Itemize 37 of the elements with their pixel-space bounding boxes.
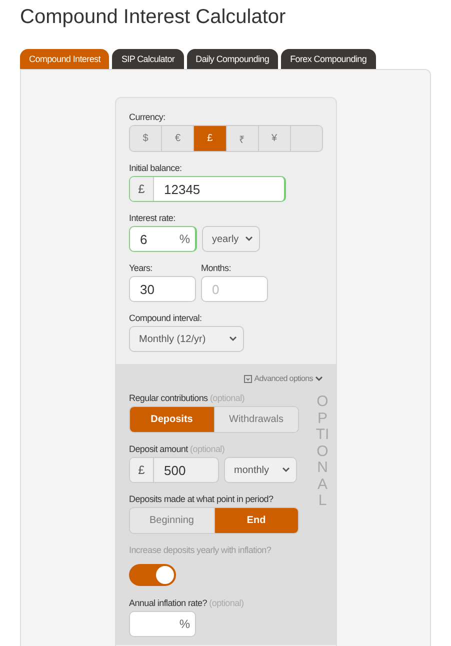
inflation-rate-field[interactable]: %	[129, 611, 196, 637]
chevron-icon	[229, 336, 237, 342]
field-label: Interest rate:	[129, 213, 176, 223]
chevron-icon	[282, 467, 290, 473]
currency-button[interactable]: ¥	[258, 126, 291, 151]
deposit-timing-button[interactable]: Beginning	[130, 508, 214, 533]
initial-balance-field[interactable]: £ 12345	[129, 176, 286, 202]
currency-button[interactable]: $	[130, 126, 162, 151]
currency-button[interactable]: £	[194, 126, 227, 151]
deposit-timing-button[interactable]: End	[214, 508, 298, 533]
calculator-tab[interactable]: Daily Compounding	[186, 49, 278, 69]
calculator-tab[interactable]: Forex Compounding	[281, 49, 376, 69]
inflation-toggle[interactable]	[129, 564, 176, 586]
deposit-amount-field[interactable]: £ 500	[129, 457, 219, 483]
field-label: Initial balance:	[129, 163, 183, 173]
expand-icon	[244, 374, 252, 382]
field-label: Years:	[129, 263, 154, 273]
field-label: Increase deposits yearly with inflation?	[129, 545, 272, 555]
calculator-tab[interactable]: SIP Calculator	[112, 49, 184, 69]
chevron-icon	[315, 376, 323, 382]
currency-button[interactable]: €	[162, 126, 194, 151]
advanced-options-link[interactable]: Advanced options	[244, 374, 323, 383]
field-label: Currency:	[129, 112, 166, 122]
deposit-period-select[interactable]: monthly	[224, 457, 297, 483]
field-label: Compound interval:	[129, 313, 203, 323]
currency-button[interactable]: ₹	[226, 126, 259, 151]
compound-interval-select[interactable]: Monthly (12/yr)	[129, 326, 244, 352]
interest-rate-field[interactable]: 6 %	[129, 226, 197, 252]
page-title: Compound Interest Calculator	[20, 6, 287, 29]
contribution-type-button[interactable]: Withdrawals	[214, 407, 298, 432]
period-select[interactable]: yearly	[202, 226, 260, 252]
field-label: Deposits made at what point in period?	[129, 494, 274, 504]
chevron-icon	[245, 236, 253, 242]
contribution-type-button[interactable]: Deposits	[130, 407, 214, 432]
field-label: Months:	[201, 263, 232, 273]
calculator-tab[interactable]: Compound Interest	[20, 49, 110, 69]
years-field[interactable]: 30	[129, 276, 196, 302]
